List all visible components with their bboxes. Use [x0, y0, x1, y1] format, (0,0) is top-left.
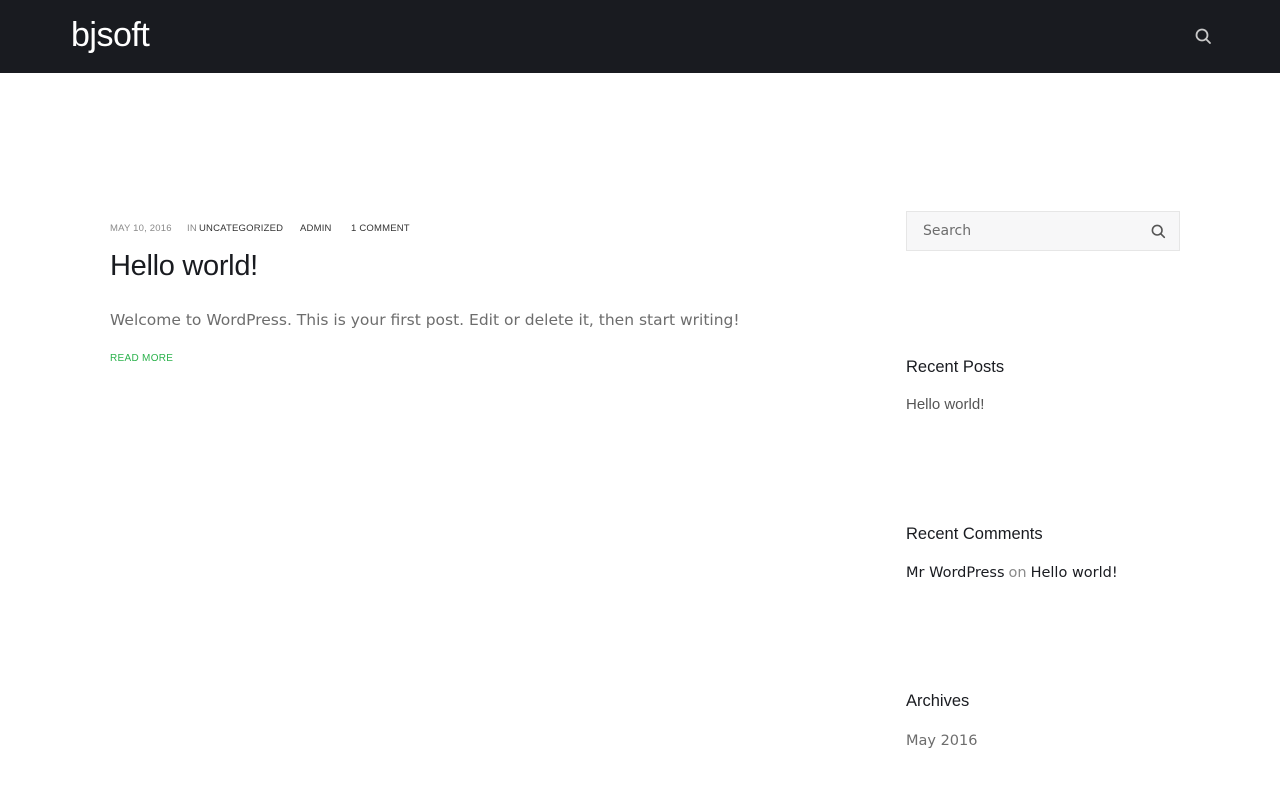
- recent-comment-item: Mr WordPress on Hello world!: [906, 562, 1118, 584]
- post-date[interactable]: May 10, 2016: [110, 222, 172, 236]
- recent-comments-title: Recent Comments: [906, 525, 1043, 543]
- post-category-prefix: In: [187, 223, 197, 234]
- recent-posts-title: Recent Posts: [906, 358, 1005, 376]
- post-comments-link[interactable]: 1 Comment: [351, 222, 410, 236]
- sidebar-search-form: [906, 211, 1180, 251]
- post-author-link[interactable]: admin: [300, 222, 332, 236]
- site-header: bjsoft: [0, 0, 1280, 73]
- comment-post-link[interactable]: Hello world!: [1031, 565, 1118, 581]
- archives-title: Archives: [906, 692, 970, 710]
- sidebar-search-input[interactable]: [907, 212, 1139, 250]
- comment-author-link[interactable]: Mr WordPress: [906, 565, 1005, 581]
- site-logo[interactable]: bjsoft: [71, 15, 150, 55]
- comment-on-text: on: [1008, 565, 1027, 581]
- read-more-link[interactable]: Read More: [110, 352, 173, 366]
- post-title[interactable]: Hello world!: [110, 247, 258, 285]
- archive-link[interactable]: May 2016: [906, 730, 978, 752]
- search-icon[interactable]: [1192, 25, 1214, 47]
- post-excerpt: Welcome to WordPress. This is your first…: [110, 311, 740, 329]
- recent-post-link[interactable]: Hello world!: [906, 394, 984, 416]
- post-category-link[interactable]: Uncategorized: [199, 222, 283, 236]
- search-icon[interactable]: [1149, 222, 1167, 240]
